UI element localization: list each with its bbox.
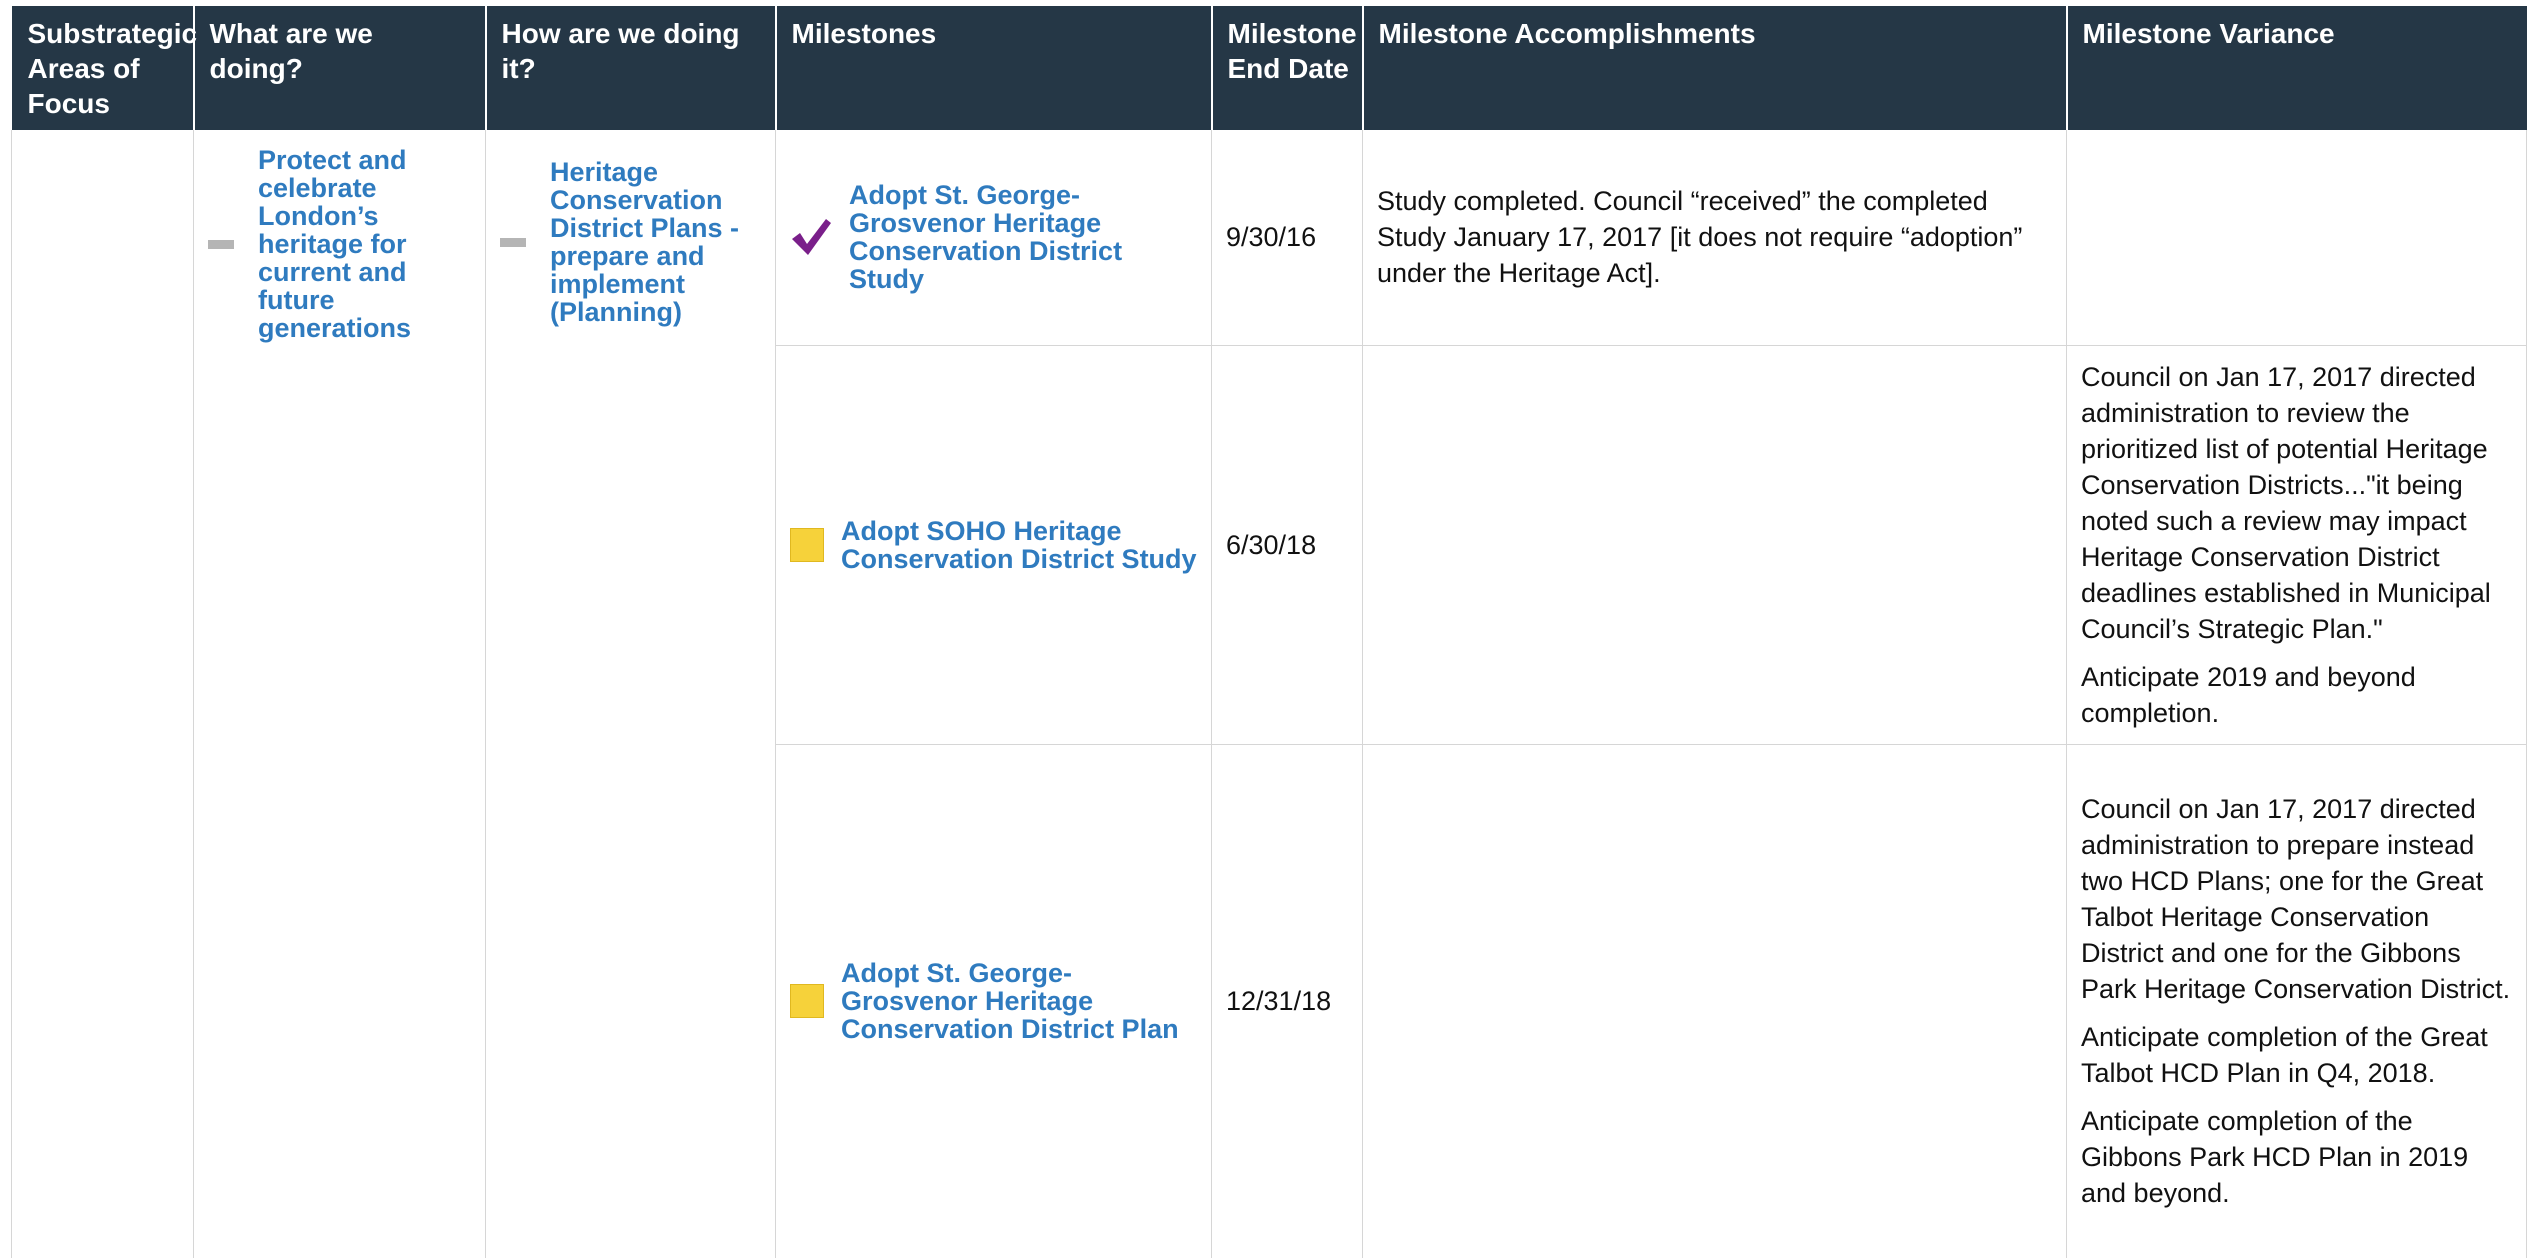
- table-header-row: Substrategic Areas of Focus What are we …: [11, 6, 2527, 130]
- variance-cell: [2066, 130, 2527, 346]
- milestone-link[interactable]: Adopt St. George-Grosvenor Heritage Cons…: [849, 181, 1197, 293]
- how-cell: Heritage Conservation District Plans - p…: [485, 130, 776, 1258]
- accomplishments-cell: Study completed. Council “received” the …: [1362, 130, 2067, 346]
- collapse-dash-icon[interactable]: [208, 239, 234, 249]
- milestones-table-container: Substrategic Areas of Focus What are we …: [11, 6, 2527, 1258]
- variance-note: Council on Jan 17, 2017 directed adminis…: [2081, 361, 2491, 644]
- substrategic-cell: [11, 130, 194, 1258]
- table-row: Protect and celebrate London’s heritage …: [11, 130, 2527, 1258]
- variance-note: Anticipate completion of the Great Talbo…: [2081, 1022, 2488, 1089]
- what-cell: Protect and celebrate London’s heritage …: [193, 130, 486, 1258]
- header-accomplishments: Milestone Accomplishments: [1362, 6, 2068, 130]
- check-icon: [790, 219, 832, 256]
- end-date-cell: 6/30/18: [1211, 345, 1363, 745]
- how-link[interactable]: Heritage Conservation District Plans - p…: [550, 158, 761, 326]
- yellow-square-icon: [790, 527, 824, 562]
- variance-note: Anticipate 2019 and beyond completion.: [2081, 661, 2416, 728]
- milestone-cell: Adopt St. George-Grosvenor Heritage Cons…: [775, 130, 1212, 346]
- header-how: How are we doing it?: [485, 6, 777, 130]
- milestone-link[interactable]: Adopt SOHO Heritage Conservation Distric…: [841, 517, 1197, 573]
- header-milestones: Milestones: [775, 6, 1213, 130]
- yellow-square-icon: [790, 984, 824, 1019]
- accomplishments-cell: [1362, 345, 2067, 745]
- variance-note: Council on Jan 17, 2017 directed adminis…: [2081, 794, 2511, 1005]
- header-substrategic: Substrategic Areas of Focus: [11, 6, 197, 130]
- end-date-cell: 9/30/16: [1211, 130, 1363, 346]
- header-what: What are we doing?: [193, 6, 487, 130]
- milestone-cell: Adopt St. George-Grosvenor Heritage Cons…: [775, 744, 1212, 1258]
- collapse-dash-icon[interactable]: [500, 237, 526, 247]
- milestone-link[interactable]: Adopt St. George-Grosvenor Heritage Cons…: [841, 959, 1197, 1043]
- variance-note: Anticipate completion of the Gibbons Par…: [2081, 1106, 2469, 1209]
- milestones-table: Substrategic Areas of Focus What are we …: [11, 6, 2527, 1258]
- header-variance: Milestone Variance: [2066, 6, 2527, 130]
- milestone-cell: Adopt SOHO Heritage Conservation Distric…: [775, 345, 1212, 745]
- what-link[interactable]: Protect and celebrate London’s heritage …: [258, 146, 471, 342]
- accomplishments-cell: [1362, 744, 2067, 1258]
- end-date-cell: 12/31/18: [1211, 744, 1363, 1258]
- header-end-date: Milestone End Date: [1211, 6, 1364, 130]
- variance-cell: Council on Jan 17, 2017 directed adminis…: [2066, 345, 2527, 745]
- variance-cell: Council on Jan 17, 2017 directed adminis…: [2066, 744, 2527, 1258]
